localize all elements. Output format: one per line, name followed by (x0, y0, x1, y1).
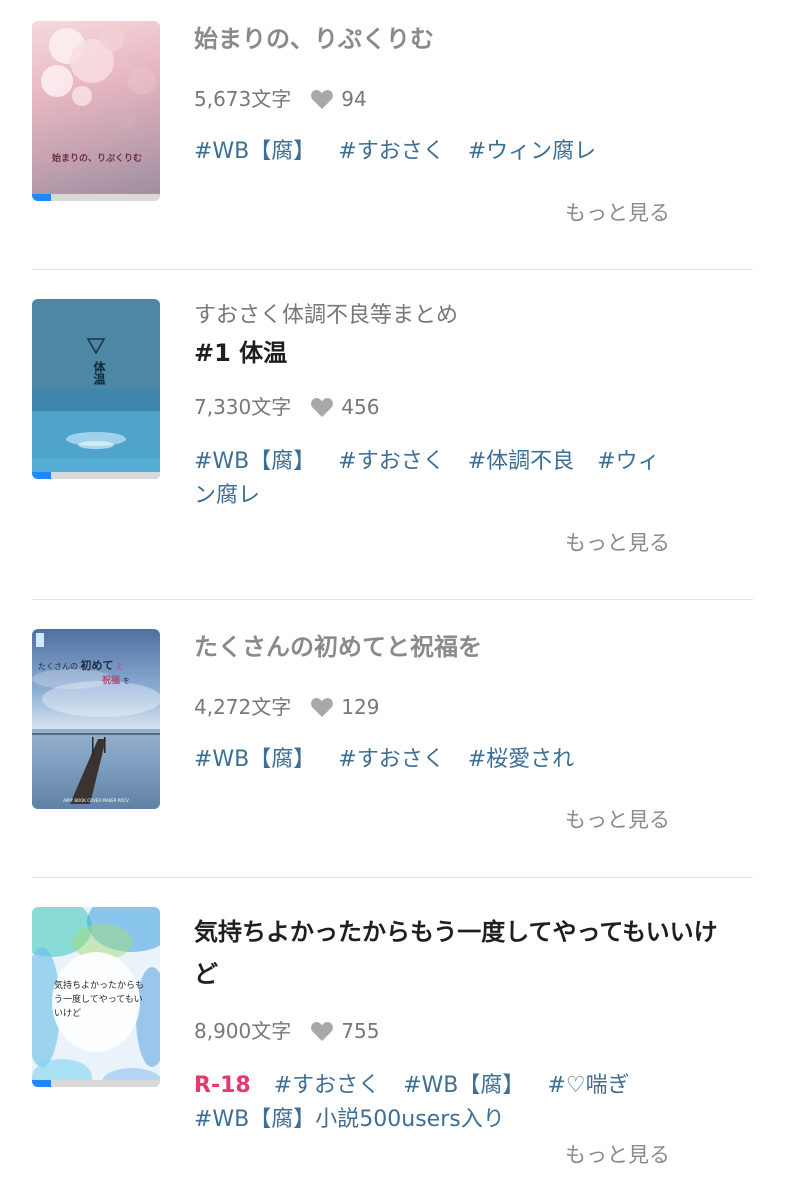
char-count: 4,272文字 (194, 695, 292, 719)
cover-text: 初めて (80, 659, 114, 672)
cover-footer: APPY BOOK COVER MAKER POCV (63, 798, 129, 803)
char-count: 7,330文字 (194, 395, 292, 419)
cover-image[interactable]: 体温 (32, 299, 160, 479)
cover-text-line: 祝福 を (102, 673, 130, 686)
tag-link[interactable]: #WB【腐】 (194, 139, 315, 164)
work-title[interactable]: たくさんの初めてと祝福を (194, 631, 734, 663)
tag-link[interactable]: #ウィン腐レ (468, 139, 596, 164)
read-progress-bar (32, 472, 160, 479)
tag-link[interactable]: #WB【腐】小説500users入り (194, 1107, 505, 1132)
tag-link[interactable]: #すおさく (338, 139, 444, 164)
divider (32, 599, 753, 600)
cover-image[interactable]: 始まりの、りぷくりむ (32, 21, 160, 201)
cherry-blossom-art (41, 27, 156, 130)
like-count: 94 (341, 87, 367, 111)
novel-item: 体温 すおさく体調不良等まとめ #1 体温 7,330文字 456 #WB【腐】… (32, 299, 753, 569)
series-title[interactable]: すおさく体調不良等まとめ (194, 301, 734, 331)
tag-link[interactable]: #すおさく (338, 747, 444, 772)
work-title[interactable]: #1 体温 (194, 337, 734, 369)
cover-title: 気持ちよかったからもう一度してやってもいいけど (54, 981, 145, 1019)
tag-link[interactable]: #WB【腐】 (194, 747, 315, 772)
tag-link[interactable]: #WB【腐】 (403, 1073, 524, 1098)
tag-link[interactable]: #体調不良 (468, 449, 574, 474)
tag-link[interactable]: #桜愛され (468, 747, 574, 772)
work-title[interactable]: 始まりの、りぷくりむ (194, 23, 734, 55)
cover-title: 体温 (92, 361, 106, 385)
char-count: 8,900文字 (194, 1019, 292, 1043)
see-more-link[interactable]: もっと見る (565, 1139, 670, 1169)
novel-item: たくさんの 初めて と 祝福 を APPY BOOK COVER MAKER P… (32, 629, 753, 849)
like-count: 456 (341, 395, 380, 419)
heart-icon[interactable] (309, 396, 335, 418)
work-title[interactable]: 気持ちよかったからもう一度してやってもいいけど (194, 911, 734, 995)
novel-list: 始まりの、りぷくりむ 始まりの、りぷくりむ 5,673文字 94 #WB【腐】 … (0, 0, 785, 1200)
heart-icon[interactable] (309, 696, 335, 718)
cover-text: 祝福 (102, 676, 121, 686)
see-more-link[interactable]: もっと見る (565, 527, 670, 557)
novel-item: 始まりの、りぷくりむ 始まりの、りぷくりむ 5,673文字 94 #WB【腐】 … (32, 21, 753, 241)
see-more-link[interactable]: もっと見る (565, 197, 670, 227)
cover-image[interactable]: 気持ちよかったからもう一度してやってもいいけど (32, 907, 160, 1087)
read-progress-bar (32, 1080, 160, 1087)
r18-badge: R-18 (194, 1073, 251, 1098)
cover-text-line: たくさんの 初めて と (38, 657, 124, 673)
cover-title: 始まりの、りぷくりむ (51, 154, 142, 164)
water-drop-art (32, 299, 160, 479)
heart-icon[interactable] (309, 88, 335, 110)
divider (32, 877, 753, 878)
pier-sky-art (32, 669, 160, 809)
char-count: 5,673文字 (194, 87, 292, 111)
see-more-link[interactable]: もっと見る (565, 804, 670, 834)
cover-text: を (122, 677, 130, 685)
cover-text: たくさんの (38, 662, 78, 671)
heart-icon[interactable] (309, 1020, 335, 1042)
cover-text: と (116, 662, 125, 671)
read-progress-bar (32, 194, 160, 201)
tag-link[interactable]: #すおさく (338, 449, 444, 474)
tag-link[interactable]: #すおさく (274, 1073, 380, 1098)
novel-item: 気持ちよかったからもう一度してやってもいいけど 気持ちよかったからもう一度してや… (32, 907, 753, 1177)
like-count: 755 (341, 1019, 380, 1043)
logo-badge (36, 633, 44, 647)
cover-image[interactable]: たくさんの 初めて と 祝福 を APPY BOOK COVER MAKER P… (32, 629, 160, 809)
like-count: 129 (341, 695, 380, 719)
divider (32, 269, 753, 270)
tag-link[interactable]: #WB【腐】 (194, 449, 315, 474)
tag-link[interactable]: #♡喘ぎ (547, 1073, 629, 1098)
